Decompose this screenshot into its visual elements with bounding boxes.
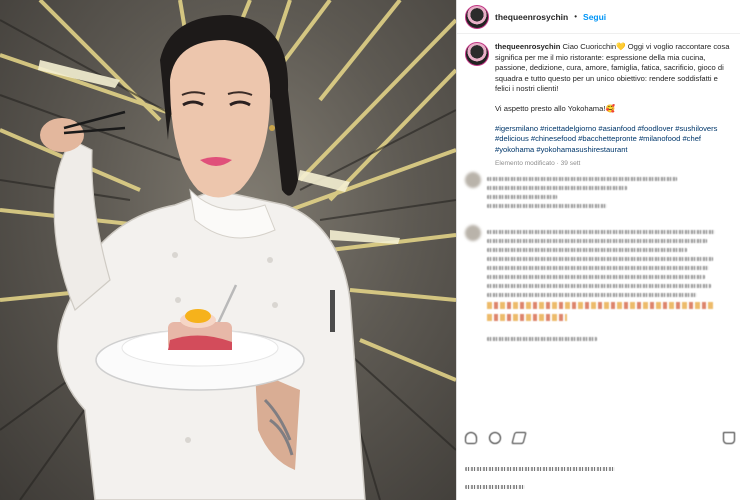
bookmark-icon[interactable] xyxy=(723,432,735,444)
post-actions xyxy=(465,432,735,444)
post-photo[interactable] xyxy=(0,0,456,500)
post-sidebar: thequeenrosychin • Segui thequeenrosychi… xyxy=(456,0,740,500)
share-icon[interactable] xyxy=(511,432,527,444)
post-photo-illustration xyxy=(0,0,456,500)
post-caption: thequeenrosychin Ciao Cuoricchin💛 Oggi v… xyxy=(457,34,740,170)
caption-username[interactable]: thequeenrosychin xyxy=(495,42,560,51)
caption-cta: Vi aspetto presto allo Yokohama!🥰 xyxy=(495,103,615,113)
chopsticks xyxy=(63,110,126,130)
post-header: thequeenrosychin • Segui xyxy=(457,0,740,34)
heart-icon[interactable] xyxy=(465,432,477,444)
comment-avatar[interactable] xyxy=(465,172,481,188)
caption-body: thequeenrosychin Ciao Cuoricchin💛 Oggi v… xyxy=(495,42,732,170)
likes-count[interactable] xyxy=(465,462,615,476)
header-username[interactable]: thequeenrosychin xyxy=(495,12,568,22)
follow-button[interactable]: Segui xyxy=(583,12,606,22)
profile-avatar[interactable] xyxy=(465,4,489,29)
post-timestamp xyxy=(465,480,525,494)
raised-hand xyxy=(40,118,84,152)
pocket-pen xyxy=(330,290,335,332)
caption-hashtags[interactable]: #igersmilano #ricettadelgiorno #asianfoo… xyxy=(495,124,732,156)
earring xyxy=(269,125,275,131)
comment-item xyxy=(465,225,735,346)
edited-label: Elemento modificato · 39 sett xyxy=(495,160,581,168)
comment-item xyxy=(465,172,735,213)
face xyxy=(170,40,271,198)
separator-dot: • xyxy=(574,12,578,21)
comment-list xyxy=(465,172,735,358)
egg-yolk xyxy=(185,309,211,323)
raised-arm xyxy=(53,139,111,311)
comment-avatar[interactable] xyxy=(465,225,481,241)
comment-icon[interactable] xyxy=(489,432,501,444)
caption-avatar[interactable] xyxy=(465,42,489,66)
